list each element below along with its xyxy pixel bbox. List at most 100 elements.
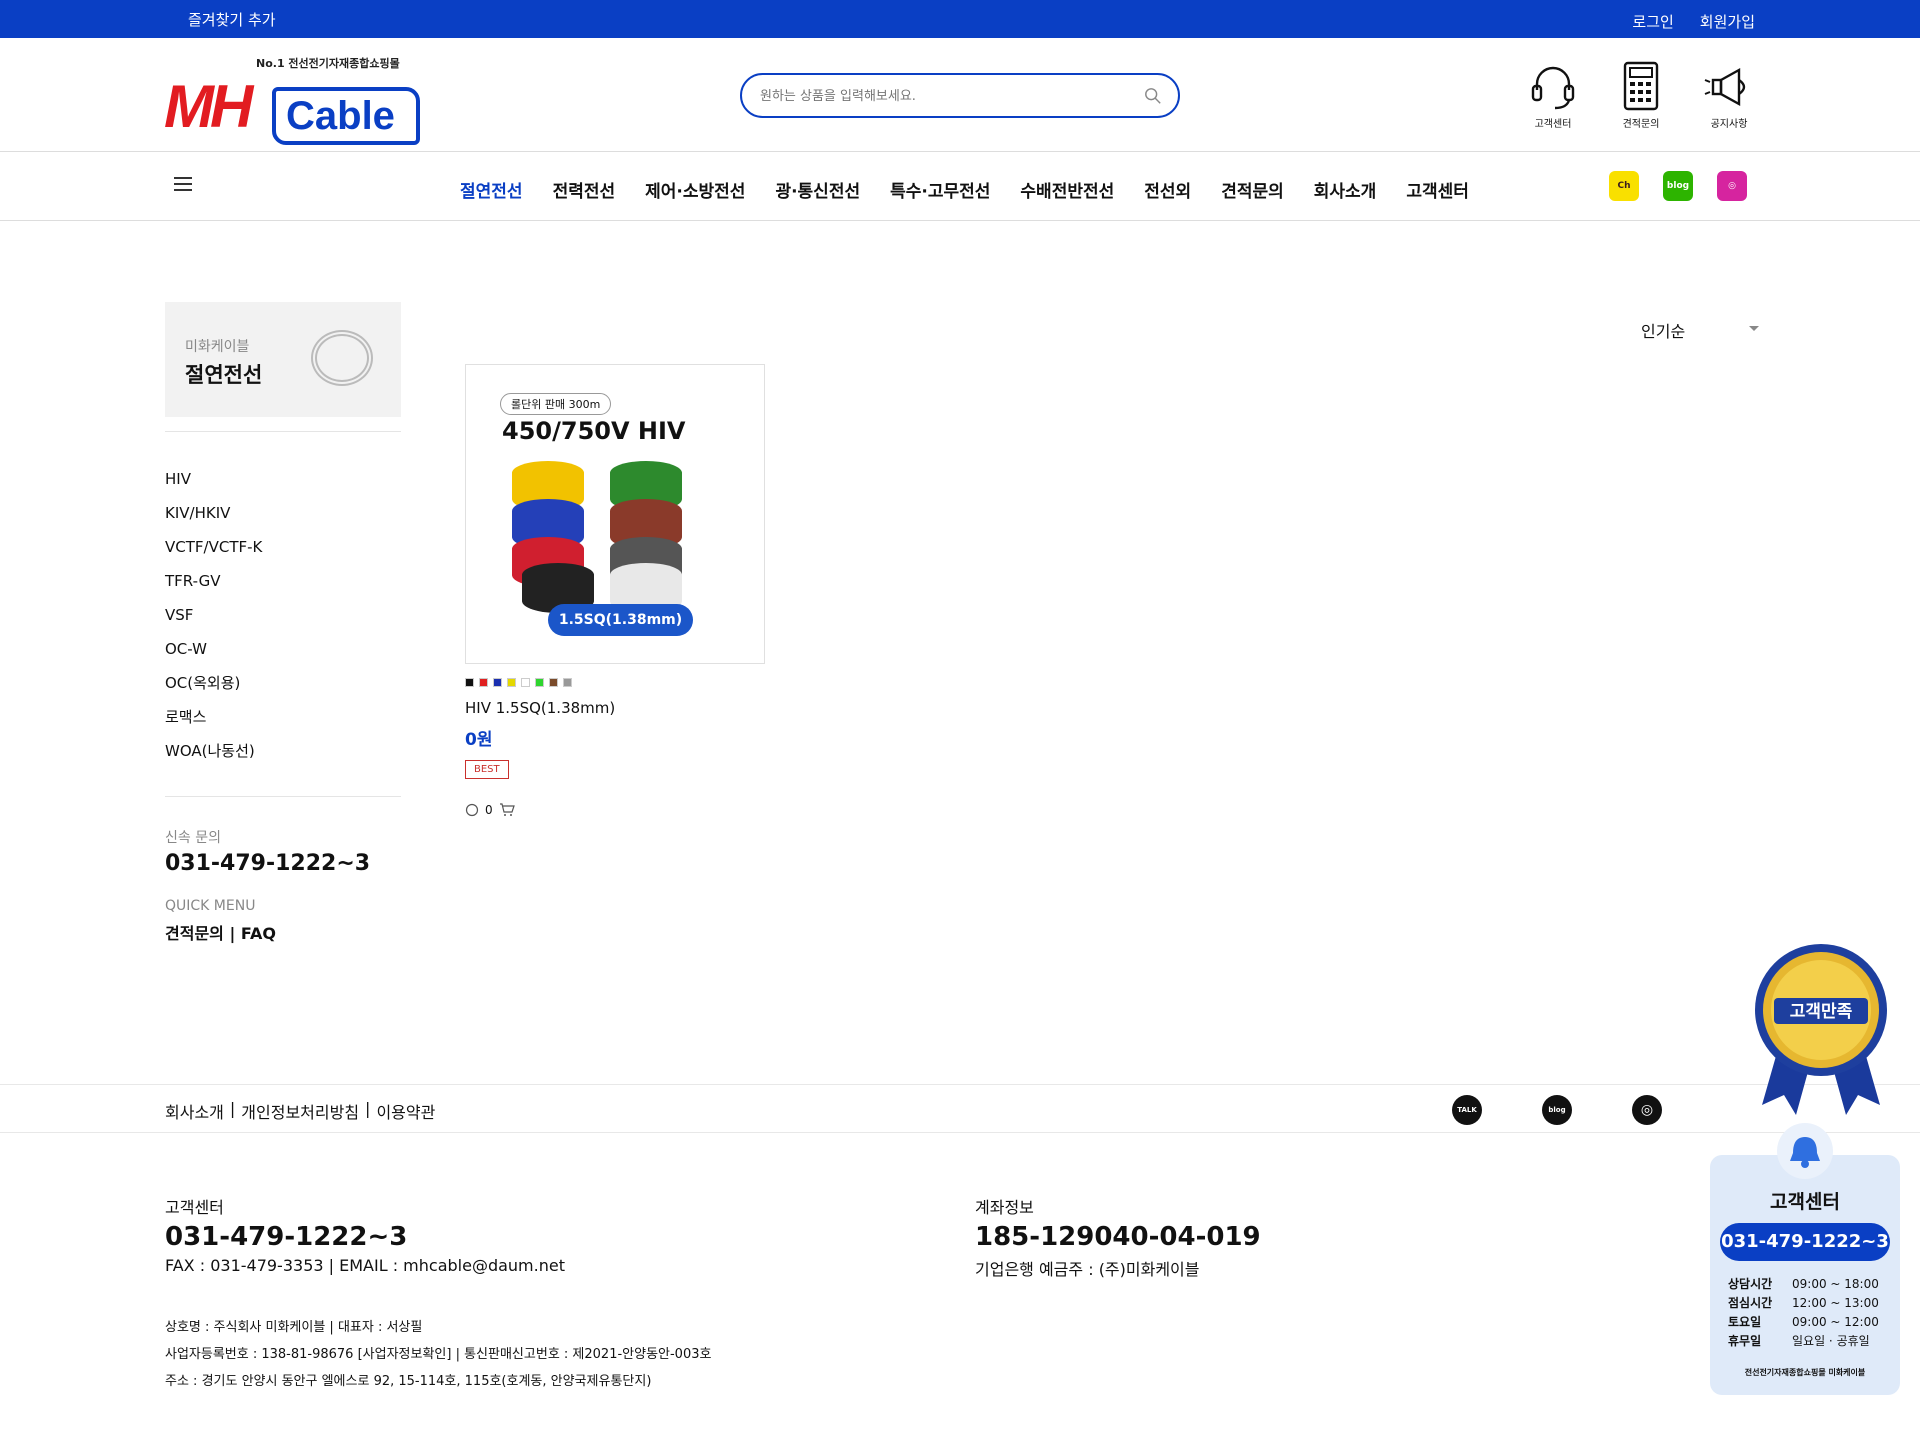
header-customer-center[interactable]: 고객센터 [1527, 60, 1579, 130]
product-image-title: 450/750V HIV [502, 417, 686, 445]
hours-label: 휴무일 [1728, 1334, 1762, 1348]
search-input[interactable] [760, 85, 1120, 107]
sidebar-item-ocw[interactable]: OC-W [165, 632, 401, 666]
inquiry-phone: 031-479-1222~3 [165, 851, 371, 876]
add-favorite-link[interactable]: 즐겨찾기 추가 [188, 9, 276, 30]
logo-mh: MH [164, 73, 253, 140]
footer-account-label: 계좌정보 [975, 1198, 1034, 1217]
header-quote[interactable]: 견적문의 [1615, 60, 1667, 130]
headset-icon [1531, 66, 1575, 110]
sidebar-item-oc[interactable]: OC(옥외용) [165, 666, 401, 700]
instagram-icon[interactable]: ◎ [1717, 171, 1747, 201]
search-box [740, 73, 1180, 118]
calculator-icon [1623, 61, 1659, 111]
inquiry-label: 신속 문의 [165, 830, 221, 846]
bell-icon [1777, 1123, 1833, 1179]
megaphone-icon [1704, 67, 1746, 107]
nav-item-optical[interactable]: 광·통신전선 [775, 177, 860, 202]
sidebar-item-vsf[interactable]: VSF [165, 598, 401, 632]
cs-widget: 고객센터 031-479-1222~3 상담시간 09:00 ~ 18:00 점심… [1710, 1123, 1900, 1395]
kakao-channel-icon[interactable]: Ch [1609, 171, 1639, 201]
sidebar: 미화케이블 절연전선 HIV KIV/HKIV VCTF/VCTF-K TFR-… [165, 302, 401, 944]
product-card[interactable]: 롤단위 판매 300m 450/750V HIV 1.5SQ(1.38mm) H… [465, 364, 765, 817]
review-icon [465, 803, 479, 817]
widget-footer: 전선전기자재종합쇼핑몰 미화케이블 [1744, 1368, 1866, 1377]
footer-account-holder: 기업은행 예금주 : (주)미화케이블 [975, 1260, 1200, 1279]
hours-label: 상담시간 [1728, 1277, 1773, 1291]
color-swatches [465, 678, 765, 687]
nav-item-insulated[interactable]: 절연전선 [460, 177, 523, 202]
header: No.1 전선전기자재종합쇼핑몰 MH Cable 고객센터 견적문의 공지사항 [0, 38, 1920, 152]
nav-item-company[interactable]: 회사소개 [1314, 177, 1377, 202]
instagram-icon[interactable]: ◎ [1632, 1095, 1662, 1125]
hours-label: 토요일 [1728, 1315, 1762, 1329]
sidebar-item-romax[interactable]: 로맥스 [165, 700, 401, 734]
site-logo[interactable]: No.1 전선전기자재종합쇼핑몰 MH Cable [162, 50, 422, 146]
nav-item-switchboard[interactable]: 수배전반전선 [1020, 177, 1114, 202]
customer-satisfaction-medal: 고객만족 [1755, 944, 1887, 1115]
footer-account-number: 185-129040-04-019 [975, 1222, 1261, 1252]
footer-cs-label: 고객센터 [165, 1198, 224, 1217]
sidebar-item-hiv[interactable]: HIV [165, 462, 401, 496]
hamburger-menu-icon[interactable] [174, 177, 194, 193]
sidebar-item-kiv[interactable]: KIV/HKIV [165, 496, 401, 530]
chevron-down-icon [1749, 326, 1759, 331]
signup-link[interactable]: 회원가입 [1700, 11, 1755, 32]
hours-label: 점심시간 [1728, 1296, 1773, 1310]
category-header: 미화케이블 절연전선 [165, 302, 401, 417]
nav-item-power[interactable]: 전력전선 [553, 177, 616, 202]
sort-value: 인기순 [1641, 322, 1686, 341]
hours-value: 09:00 ~ 12:00 [1792, 1315, 1879, 1329]
product-spec-pill: 1.5SQ(1.38mm) [548, 604, 693, 636]
footer-business-info: 상호명 : 주식회사 미화케이블 | 대표자 : 서상필 사업자등록번호 : 1… [165, 1314, 711, 1395]
footer-privacy-link[interactable]: 개인정보처리방침 [241, 1099, 359, 1123]
review-count: 0 [485, 803, 493, 817]
footer-info-line: 상호명 : 주식회사 미화케이블 | 대표자 : 서상필 [165, 1320, 423, 1335]
blog-icon[interactable]: blog [1542, 1095, 1572, 1125]
hours-value: 09:00 ~ 18:00 [1792, 1277, 1879, 1291]
sidebar-item-tfr[interactable]: TFR-GV [165, 564, 401, 598]
main-nav: 절연전선 전력전선 제어·소방전선 광·통신전선 특수·고무전선 수배전반전선 … [0, 153, 1920, 221]
top-bar: 즐겨찾기 추가 로그인 회원가입 [0, 0, 1920, 38]
best-badge: BEST [465, 760, 509, 779]
widget-phone[interactable]: 031-479-1222~3 [1720, 1223, 1890, 1261]
footer-separator: | [229, 1099, 236, 1118]
nav-item-control[interactable]: 제어·소방전선 [645, 177, 745, 202]
medal-text: 고객만족 [1790, 1002, 1853, 1022]
footer-cs-phone: 031-479-1222~3 [165, 1222, 408, 1252]
footer-separator: | [365, 1099, 371, 1118]
blog-icon[interactable]: blog [1663, 171, 1693, 201]
product-price: 0원 [465, 730, 493, 750]
category-list: HIV KIV/HKIV VCTF/VCTF-K TFR-GV VSF OC-W… [165, 462, 401, 768]
cart-icon[interactable] [499, 803, 515, 817]
product-name[interactable]: HIV 1.5SQ(1.38mm) [465, 699, 765, 717]
login-link[interactable]: 로그인 [1632, 11, 1673, 32]
nav-item-quote[interactable]: 견적문의 [1221, 177, 1284, 202]
widget-title: 고객센터 [1770, 1191, 1840, 1213]
footer-info-line: 사업자등록번호 : 138-81-98676 [사업자정보확인] | 통신판매신… [165, 1347, 712, 1362]
header-icon-label: 고객센터 [1534, 119, 1572, 130]
sidebar-item-vctf[interactable]: VCTF/VCTF-K [165, 530, 401, 564]
quick-links[interactable]: 견적문의 | FAQ [165, 920, 401, 944]
nav-item-cs[interactable]: 고객센터 [1406, 177, 1469, 202]
sidebar-item-woa[interactable]: WOA(나동선) [165, 734, 401, 768]
hours-value: 일요일 · 공휴일 [1792, 1334, 1870, 1348]
product-image[interactable]: 롤단위 판매 300m 450/750V HIV 1.5SQ(1.38mm) [465, 364, 765, 664]
footer-terms-link[interactable]: 이용약관 [376, 1099, 435, 1123]
sort-select[interactable]: 인기순 [1641, 318, 1759, 342]
cable-coil-image [311, 330, 373, 386]
logo-tagline: No.1 전선전기자재종합쇼핑몰 [256, 57, 400, 70]
kakao-talk-icon[interactable]: TALK [1452, 1095, 1482, 1125]
search-icon[interactable] [1144, 87, 1162, 105]
footer-cs: 고객센터 031-479-1222~3 FAX : 031-479-3353 |… [165, 1194, 565, 1275]
category-sub: 미화케이블 [185, 339, 250, 355]
footer-company-link[interactable]: 회사소개 [165, 1099, 224, 1123]
nav-item-others[interactable]: 전선외 [1144, 177, 1191, 202]
nav-item-special[interactable]: 특수·고무전선 [890, 177, 990, 202]
logo-cable: Cable [272, 87, 420, 145]
footer-info-line: 주소 : 경기도 안양시 동안구 엘에스로 92, 15-114호, 115호(… [165, 1374, 652, 1389]
header-notice[interactable]: 공지사항 [1703, 60, 1755, 130]
quick-menu-label: QUICK MENU [165, 898, 256, 914]
header-icon-label: 공지사항 [1710, 119, 1748, 130]
footer-cs-contact: FAX : 031-479-3353 | EMAIL : mhcable@dau… [165, 1256, 565, 1275]
